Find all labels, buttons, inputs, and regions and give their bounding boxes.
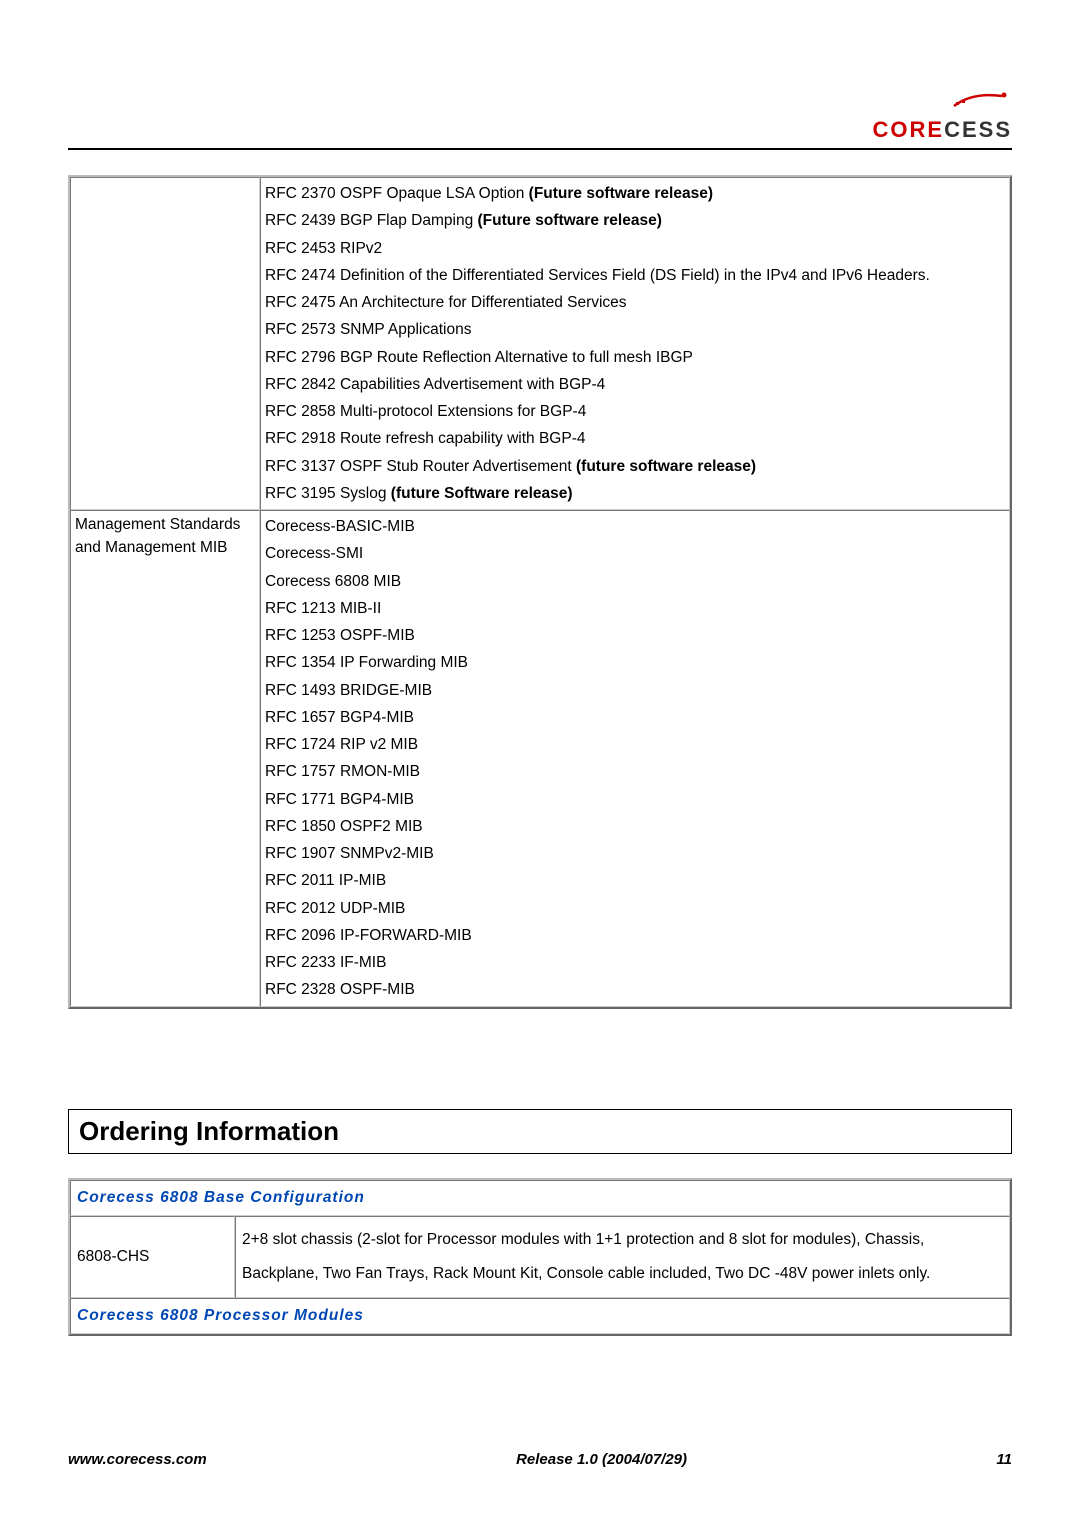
spec-label: Management Standards and Management MIB bbox=[70, 510, 260, 1007]
order-section-base: Corecess 6808 Base Configuration bbox=[70, 1180, 1010, 1216]
spec-value: RFC 2370 OSPF Opaque LSA Option (Future … bbox=[260, 177, 1010, 510]
logo-swoosh-icon bbox=[952, 90, 1012, 110]
main-content: RFC 2370 OSPF Opaque LSA Option (Future … bbox=[68, 175, 1012, 1336]
spec-label bbox=[70, 177, 260, 510]
ordering-heading: Ordering Information bbox=[68, 1109, 1012, 1154]
table-row: Corecess 6808 Processor Modules bbox=[70, 1298, 1010, 1334]
ordering-table: Corecess 6808 Base Configuration 6808-CH… bbox=[68, 1178, 1012, 1336]
logo-text: CORECESS bbox=[873, 117, 1012, 143]
footer-release: Release 1.0 (2004/07/29) bbox=[516, 1451, 687, 1468]
order-section-proc: Corecess 6808 Processor Modules bbox=[70, 1298, 1010, 1334]
table-row: RFC 2370 OSPF Opaque LSA Option (Future … bbox=[70, 177, 1010, 510]
footer-page-number: 11 bbox=[996, 1451, 1012, 1468]
order-code: 6808-CHS bbox=[70, 1216, 235, 1298]
header-rule bbox=[68, 148, 1012, 150]
spec-table: RFC 2370 OSPF Opaque LSA Option (Future … bbox=[68, 175, 1012, 1009]
logo-suffix: CESS bbox=[944, 117, 1012, 142]
logo-prefix: CORE bbox=[873, 117, 945, 142]
page-footer: www.corecess.com Release 1.0 (2004/07/29… bbox=[68, 1451, 1012, 1468]
table-row: Management Standards and Management MIB … bbox=[70, 510, 1010, 1007]
order-desc: 2+8 slot chassis (2-slot for Processor m… bbox=[235, 1216, 1010, 1298]
brand-logo: CORECESS bbox=[873, 90, 1012, 143]
table-row: Corecess 6808 Base Configuration bbox=[70, 1180, 1010, 1216]
spec-value: Corecess-BASIC-MIB Corecess-SMI Corecess… bbox=[260, 510, 1010, 1007]
footer-url: www.corecess.com bbox=[68, 1451, 207, 1468]
table-row: 6808-CHS 2+8 slot chassis (2-slot for Pr… bbox=[70, 1216, 1010, 1298]
